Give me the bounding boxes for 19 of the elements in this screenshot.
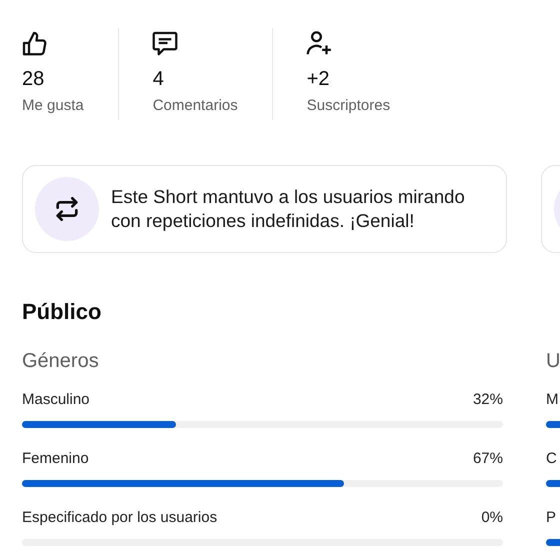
row-label: Especificado por los usuarios xyxy=(22,509,218,526)
subsection-title: Géneros xyxy=(22,350,100,373)
row-label: Femenino xyxy=(22,450,89,467)
stat-value: 28 xyxy=(22,68,46,91)
percent-value: 32% xyxy=(472,391,503,408)
section-title: Público xyxy=(22,299,102,325)
percent-value: 0% xyxy=(481,509,503,526)
row-label: P xyxy=(546,509,556,526)
row-label: M xyxy=(546,391,558,408)
stat-label: Comentarios xyxy=(152,97,238,114)
stat-label: Suscriptores xyxy=(306,97,390,114)
percent-value: 67% xyxy=(472,450,503,467)
row-label: C xyxy=(546,450,557,467)
subsection-title: U xyxy=(546,350,560,373)
stat-label: Me gusta xyxy=(22,97,84,114)
highlight-text: Este Short mantuvo a los usuarios mirando con repeticiones indefinidas. ¡Genial! xyxy=(111,185,466,233)
stat-value: 4 xyxy=(152,68,165,91)
stat-value: +2 xyxy=(306,68,331,91)
row-label: Masculino xyxy=(22,391,90,408)
